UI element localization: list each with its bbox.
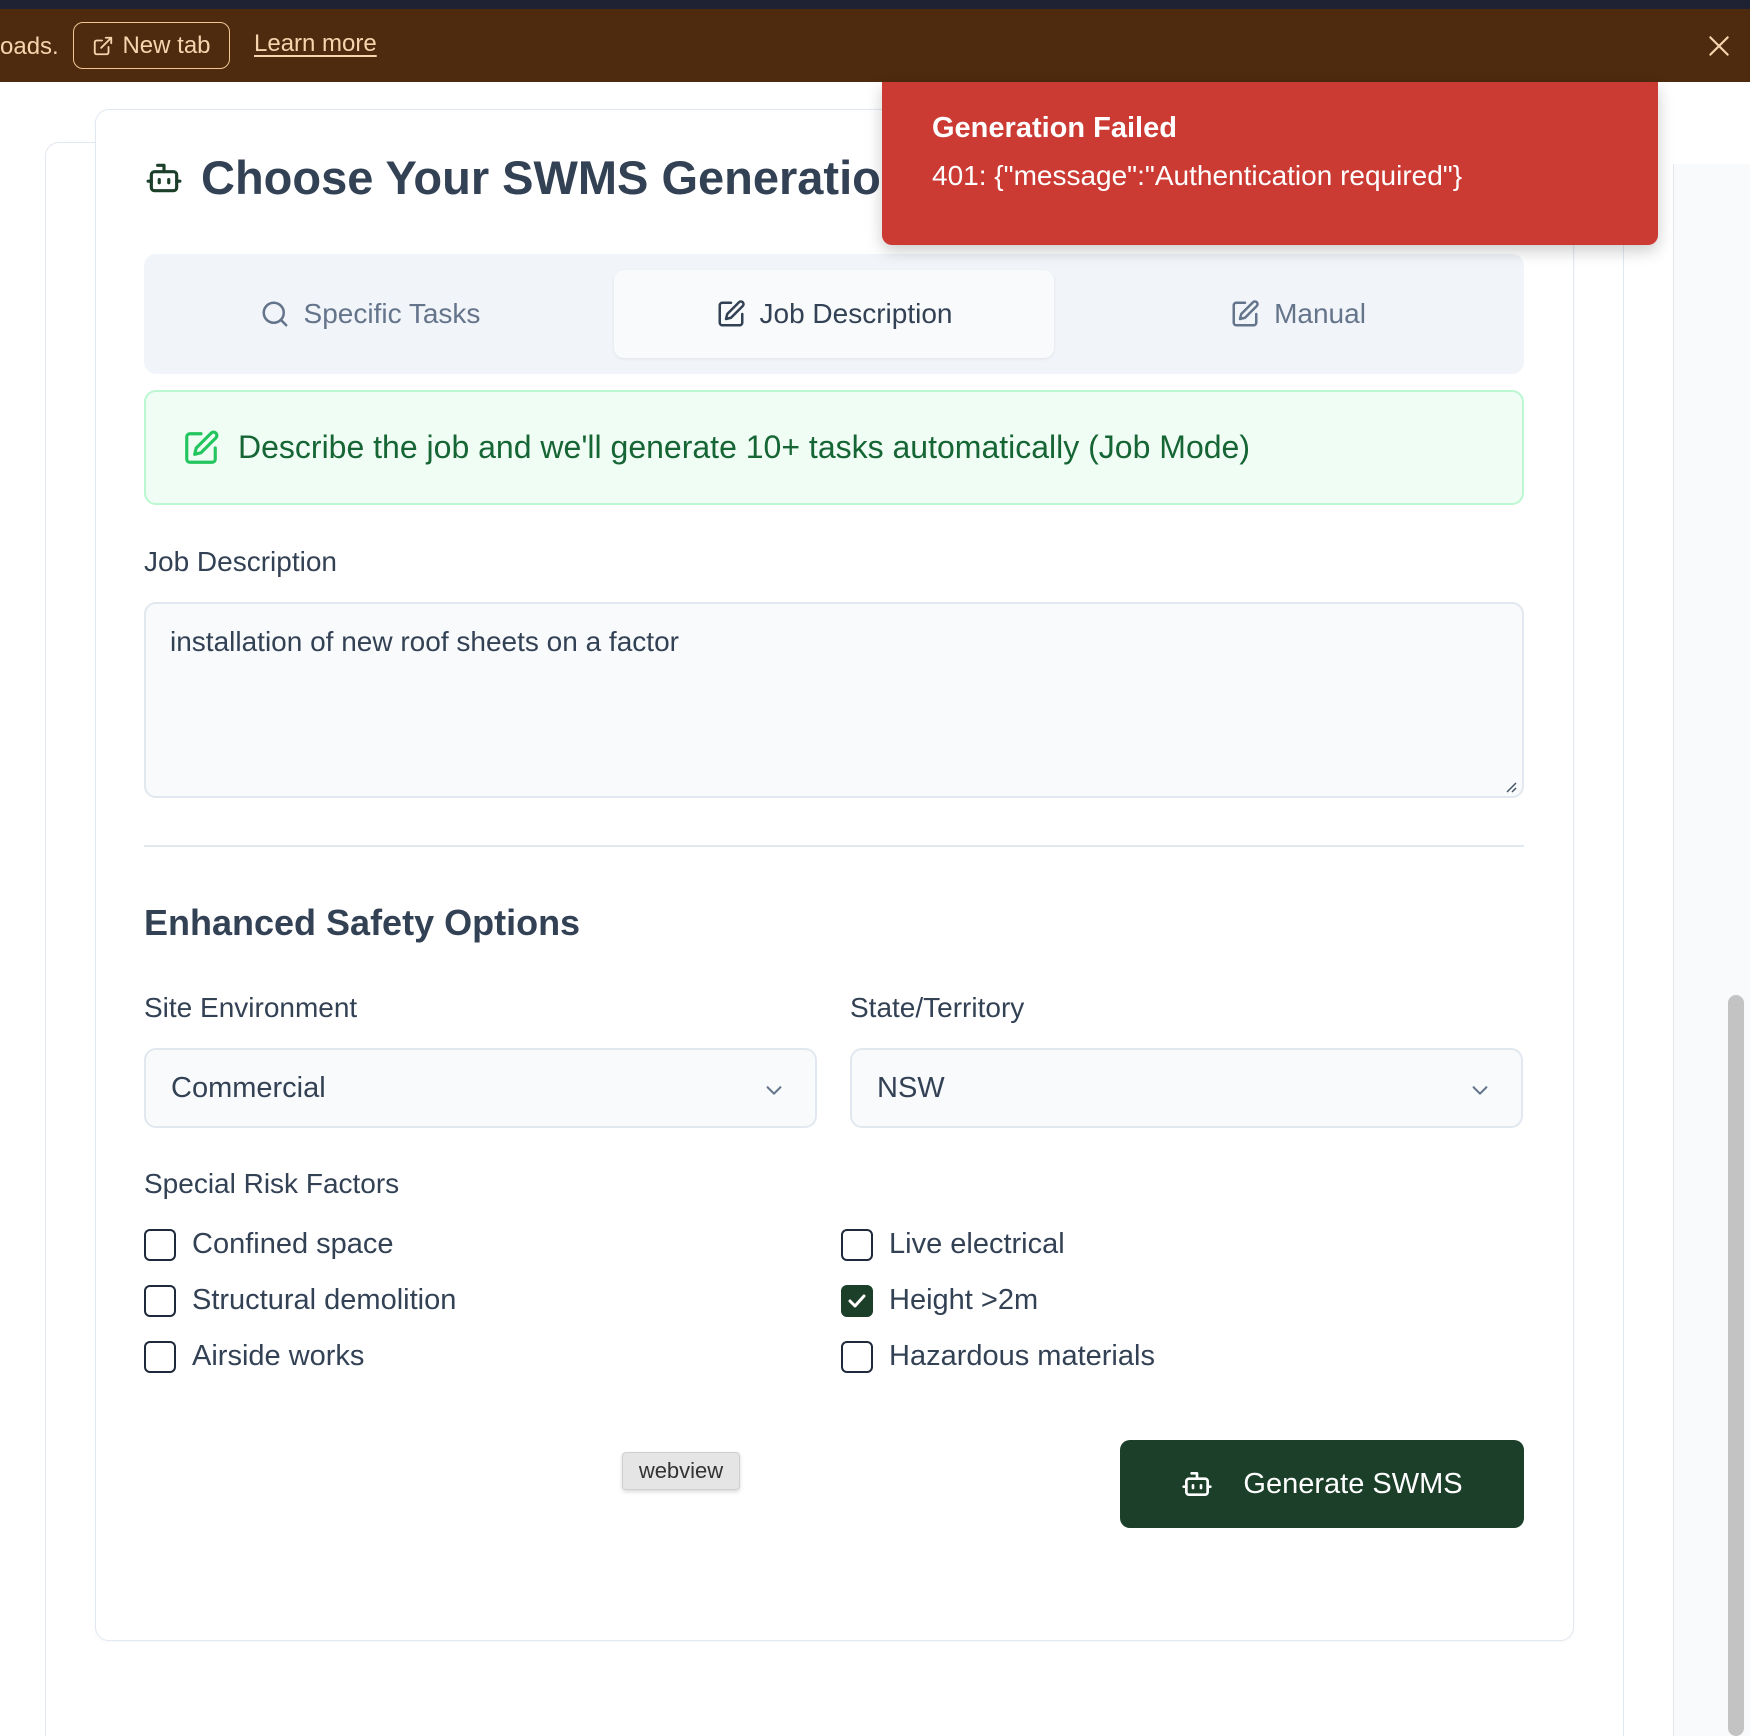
error-toast[interactable]: Generation Failed 401: {"message":"Authe… [882,82,1658,245]
learn-more-link[interactable]: Learn more [254,30,377,58]
toast-message: 401: {"message":"Authentication required… [932,160,1463,191]
tab-job-description[interactable]: Job Description [614,270,1054,358]
checkbox[interactable] [144,1340,176,1373]
resize-grip-icon[interactable] [1503,779,1517,793]
section-divider [144,845,1524,847]
site-environment-select[interactable]: Commercial [144,1048,817,1128]
checkbox-label: Structural demolition [192,1284,457,1316]
tab-label: Specific Tasks [303,298,481,329]
tab-label: Job Description [759,298,953,329]
bot-icon [1182,1472,1213,1496]
select-value: Commercial [171,1071,326,1104]
bot-icon [146,163,182,192]
generate-swms-button[interactable]: Generate SWMS [1120,1440,1524,1528]
job-mode-info: Describe the job and we'll generate 10+ … [144,390,1524,505]
chevron-down-icon [766,1086,782,1095]
banner-text: oads. [0,33,59,60]
select-value: NSW [877,1071,945,1104]
checkbox-label: Airside works [192,1340,365,1372]
risk-factor-confined-space[interactable]: Confined space [144,1228,394,1261]
tab-manual[interactable]: Manual [1088,270,1508,358]
checkbox[interactable] [144,1284,176,1317]
safety-section-title: Enhanced Safety Options [144,902,581,943]
toast-title: Generation Failed [932,112,1177,144]
risk-factor-airside-works[interactable]: Airside works [144,1340,364,1373]
tab-label: Manual [1274,298,1366,329]
checkbox-label: Hazardous materials [889,1340,1155,1372]
close-icon[interactable] [1706,33,1732,59]
checkmark-icon [848,1294,866,1307]
new-tab-label: New tab [122,31,211,59]
checkbox-label: Live electrical [889,1228,1065,1260]
checkbox[interactable] [841,1340,873,1373]
card-title: Choose Your SWMS Generation [145,150,910,205]
state-territory-label: State/Territory [850,992,1025,1023]
generate-button-label: Generate SWMS [1243,1467,1463,1500]
info-text: Describe the job and we'll generate 10+ … [238,429,1250,465]
scrollbar-thumb[interactable] [1728,995,1744,1736]
checkbox[interactable] [841,1228,873,1261]
job-description-textarea[interactable]: installation of new roof sheets on a fac… [144,602,1524,798]
checkbox[interactable] [144,1228,176,1261]
browser-top-strip [0,0,1750,9]
tab-specific-tasks[interactable]: Specific Tasks [160,270,580,358]
risk-factor-structural-demolition[interactable]: Structural demolition [144,1284,456,1317]
edit-icon [1232,300,1259,327]
state-territory-select[interactable]: NSW [850,1048,1523,1128]
external-link-icon [94,36,113,55]
checkbox-checked[interactable] [841,1284,873,1317]
new-tab-button[interactable]: New tab [73,22,230,69]
browser-info-banner: oads. New tab Learn more [0,9,1750,82]
chevron-down-icon [1472,1086,1488,1095]
risk-factor-hazardous-materials[interactable]: Hazardous materials [841,1340,1155,1373]
generation-mode-tabs: Specific Tasks Job Description Manual [144,254,1524,374]
site-environment-label: Site Environment [144,992,358,1023]
edit-icon [185,430,219,464]
search-icon [262,301,288,327]
page-title: Choose Your SWMS Generation [201,151,910,204]
risk-factor-live-electrical[interactable]: Live electrical [841,1228,1065,1261]
webview-tooltip: webview [622,1452,740,1490]
checkbox-label: Height >2m [889,1284,1039,1316]
job-description-label: Job Description [144,546,337,577]
edit-icon [718,300,745,327]
special-risk-factors-label: Special Risk Factors [144,1168,400,1199]
risk-factor-height[interactable]: Height >2m [841,1284,1038,1317]
checkbox-label: Confined space [192,1228,394,1260]
